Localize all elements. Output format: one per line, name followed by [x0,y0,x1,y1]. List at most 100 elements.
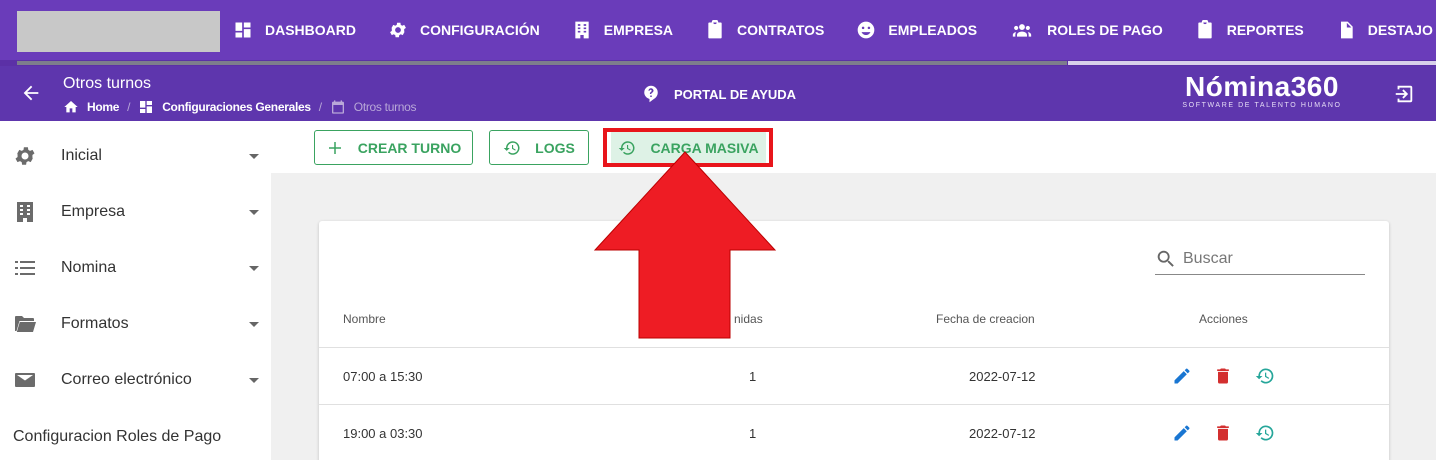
search-field[interactable] [1155,243,1365,275]
plus-icon [328,141,341,154]
shifts-table-card: Nombre nidas Fecha de creacion Acciones … [319,221,1389,460]
logs-button[interactable]: LOGS [489,130,589,165]
nav-empleados[interactable]: EMPLEADOS [856,20,977,40]
mail-icon [13,368,37,392]
logout-icon [1395,85,1413,103]
breadcrumb-home-label: Home [87,100,120,114]
create-shift-button[interactable]: CREAR TURNO [314,130,473,165]
help-bubble-icon [644,85,658,103]
top-navbar: DASHBOARD CONFIGURACIÓN EMPRESA CONTRATO… [0,0,1436,66]
help-portal-link[interactable]: PORTAL DE AYUDA [642,85,796,103]
sidebar-item-label: Empresa [61,203,126,220]
nav-roles-de-pago-label: ROLES DE PAGO [1047,22,1163,38]
search-icon [1157,250,1174,267]
search-input[interactable] [1183,249,1353,268]
sidebar-item-inicial[interactable]: Inicial [0,128,271,184]
sidebar-item-empresa[interactable]: Empresa [0,184,271,240]
gear-icon [390,22,406,38]
caret-down-icon [249,377,259,383]
brand-tagline: SOFTWARE DE TALENTO HUMANO [1182,102,1342,109]
cell-nombre: 07:00 a 15:30 [343,369,423,384]
nav-destajo[interactable]: DESTAJO [1336,20,1433,40]
table-row: 19:00 a 03:30 1 2022-07-12 [319,404,1389,460]
sidebar-item-formatos[interactable]: Formatos [0,296,271,352]
nav-configuracion[interactable]: CONFIGURACIÓN [388,20,540,40]
caret-down-icon [249,153,259,159]
document-icon [1340,21,1353,39]
breadcrumb-current: Otros turnos [330,99,417,115]
trash-icon [1217,425,1229,441]
nav-scrollbar-thumb[interactable] [17,61,1067,65]
cell-count: 1 [749,369,757,384]
top-nav-items: DASHBOARD CONFIGURACIÓN EMPRESA CONTRATO… [233,0,1436,60]
gear-icon [13,144,37,168]
company-logo-placeholder [17,11,220,52]
pencil-icon [1174,368,1190,384]
page-title: Otros turnos [63,75,152,92]
column-header-count[interactable]: nidas [734,312,763,326]
sidebar-item-nomina[interactable]: Nomina [0,240,271,296]
sidebar-item-configuracion-roles[interactable]: Configuracion Roles de Pago [13,428,221,446]
cell-fecha: 2022-07-12 [969,369,1036,384]
nav-empresa-label: EMPRESA [603,22,674,38]
history-icon [1255,425,1274,441]
face-icon [858,21,875,39]
cell-nombre: 19:00 a 03:30 [343,426,423,441]
highlight-annotation-box [603,128,773,167]
caret-down-icon [249,209,259,215]
clipboard-list-icon [1198,20,1212,39]
delete-button[interactable] [1213,423,1233,443]
breadcrumb-separator: / [127,100,131,114]
column-header-fecha[interactable]: Fecha de creacion [936,312,1035,326]
history-button[interactable] [1255,366,1275,386]
action-toolbar: CREAR TURNO LOGS CARGA MASIVA [271,121,1436,173]
nav-empleados-label: EMPLEADOS [888,22,978,38]
nav-empresa[interactable]: EMPRESA [572,20,673,40]
nav-contratos-label: CONTRATOS [737,22,825,38]
nav-dashboard-label: DASHBOARD [265,22,356,38]
trash-icon [1217,368,1229,384]
nav-reportes[interactable]: REPORTES [1195,20,1304,40]
sidebar-item-label: Correo electrónico [61,371,192,388]
sidebar-item-label: Nomina [61,259,117,276]
caret-down-icon [249,265,259,271]
cell-count: 1 [749,426,757,441]
breadcrumb-configuraciones[interactable]: Configuraciones Generales [138,99,311,115]
column-header-nombre[interactable]: Nombre [343,312,386,326]
caret-down-icon [249,321,259,327]
logout-button[interactable] [1393,83,1415,105]
pencil-icon [1174,425,1190,441]
sidebar: Inicial Empresa Nomina Formatos Correo e… [0,121,271,460]
sidebar-item-label: Inicial [61,147,102,164]
table-row: 07:00 a 15:30 1 2022-07-12 [319,347,1389,404]
breadcrumb-configuraciones-label: Configuraciones Generales [162,100,311,114]
building-icon [13,200,37,224]
edit-button[interactable] [1172,366,1192,386]
list-icon [13,256,37,280]
calendar-icon [331,100,344,114]
breadcrumb-separator: / [318,100,322,114]
page-header: Otros turnos Home / Configuraciones Gene… [0,66,1436,121]
nav-dashboard[interactable]: DASHBOARD [233,20,356,40]
building-icon [575,21,589,39]
create-shift-label: CREAR TURNO [357,139,462,156]
nav-destajo-label: DESTAJO [1367,22,1433,38]
sidebar-item-label: Formatos [61,315,129,332]
nav-contratos[interactable]: CONTRATOS [705,20,824,40]
breadcrumb-current-label: Otros turnos [353,100,417,114]
dashboard-icon [140,101,153,113]
nav-roles-de-pago[interactable]: ROLES DE PAGO [1009,20,1163,40]
folder-icon [13,312,37,336]
back-button[interactable] [20,82,44,106]
delete-button[interactable] [1213,366,1233,386]
column-header-acciones: Acciones [1199,312,1248,326]
cell-fecha: 2022-07-12 [969,426,1036,441]
sidebar-item-correo[interactable]: Correo electrónico [0,352,271,408]
history-button[interactable] [1255,423,1275,443]
people-icon [1012,24,1032,37]
brand-name: Nómina360 [1185,71,1339,102]
breadcrumb-home[interactable]: Home [63,99,119,115]
logs-label: LOGS [535,139,575,156]
nav-scrollbar-remainder [1068,61,1436,65]
edit-button[interactable] [1172,423,1192,443]
